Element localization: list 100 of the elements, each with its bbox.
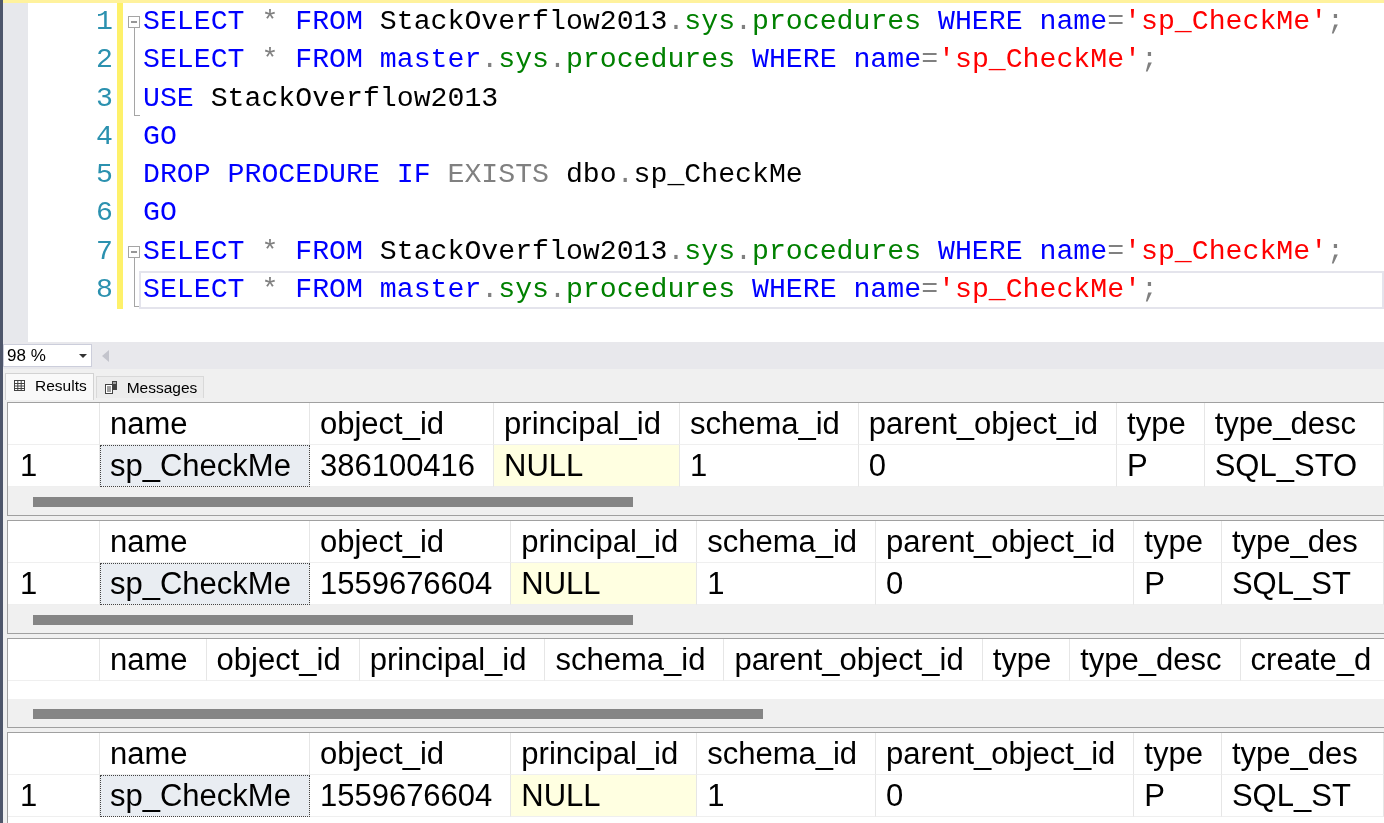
sql-keyword: FROM — [295, 5, 363, 37]
column-header[interactable]: type — [1117, 403, 1205, 445]
table-cell: P — [1134, 775, 1222, 817]
sql-identifier: StackOverflow2013 — [379, 235, 668, 267]
sql-string: 'sp_CheckMe' — [938, 274, 1142, 305]
scrollbar-thumb[interactable] — [33, 709, 763, 719]
column-header[interactable]: type — [982, 639, 1071, 681]
column-header[interactable]: schema_id — [545, 639, 725, 681]
tab[interactable]: Messages — [95, 376, 205, 398]
column-header[interactable]: type_des — [1221, 733, 1384, 775]
sql-identifier: StackOverflow2013 — [210, 82, 499, 114]
sql-operator: . — [616, 159, 634, 191]
corner-cell[interactable] — [8, 403, 100, 445]
column-header[interactable]: object_id — [309, 733, 512, 775]
corner-cell[interactable] — [8, 521, 100, 563]
table-cell: sp_CheckMe — [100, 775, 310, 817]
tab[interactable]: Results — [5, 373, 94, 400]
zoom-dropdown[interactable]: 98 % — [3, 344, 92, 367]
scrollbar-thumb[interactable] — [33, 615, 633, 625]
scrollbar-thumb[interactable] — [33, 497, 633, 507]
column-header[interactable]: schema_id — [697, 733, 877, 775]
line-number: 2 — [96, 44, 113, 77]
sql-string: 'sp_CheckMe' — [938, 44, 1142, 76]
sql-object-name: sys — [684, 235, 736, 267]
sql-object-name: procedures — [751, 5, 922, 37]
sql-keyword: FROM — [295, 235, 363, 267]
column-header[interactable]: object_id — [206, 639, 360, 681]
line-number: 3 — [96, 82, 113, 115]
grid-icon — [14, 380, 25, 391]
sql-keyword: master — [379, 274, 482, 305]
column-header[interactable]: type — [1134, 521, 1222, 563]
horizontal-scrollbar[interactable] — [8, 605, 1384, 633]
column-header[interactable]: name — [100, 639, 207, 681]
sql-identifier: StackOverflow2013 — [379, 5, 668, 37]
table-cell: NULL — [511, 775, 698, 817]
line-number: 8 — [96, 274, 113, 307]
table-cell: sp_CheckMe — [100, 563, 310, 605]
column-header[interactable]: object_id — [309, 403, 495, 445]
column-header[interactable]: schema_id — [679, 403, 859, 445]
corner-cell[interactable] — [8, 639, 100, 681]
horizontal-scrollbar[interactable] — [8, 699, 1384, 727]
sql-keyword: name — [853, 274, 922, 305]
line-number: 5 — [96, 159, 113, 192]
line-number: 1 — [96, 5, 113, 39]
sql-operator: ; — [1141, 274, 1158, 305]
column-header[interactable]: create_d — [1240, 639, 1384, 681]
table-cell: sp_CheckMe — [100, 445, 310, 487]
sql-operator: . — [549, 274, 566, 305]
sql-operator: ; — [1327, 235, 1344, 267]
sql-operator: . — [481, 44, 499, 76]
table-cell: 0 — [876, 775, 1135, 817]
sql-object-name: sys — [684, 5, 736, 37]
sql-keyword: name — [853, 44, 922, 76]
sql-operator: = — [1107, 235, 1125, 267]
sql-identifier: dbo — [565, 159, 617, 191]
sql-object-name: sys — [498, 274, 549, 305]
line-number: 4 — [96, 120, 113, 154]
collapse-icon[interactable] — [128, 16, 140, 28]
sql-operator: EXISTS — [447, 159, 549, 191]
column-header[interactable]: principal_id — [359, 639, 546, 681]
column-header[interactable]: parent_object_id — [858, 403, 1118, 445]
sql-operator: * — [261, 274, 279, 305]
column-header[interactable]: parent_object_id — [876, 733, 1135, 775]
collapse-icon[interactable] — [128, 245, 140, 258]
sql-operator: ; — [1141, 44, 1158, 76]
column-header[interactable]: type_desc — [1070, 639, 1241, 681]
sql-operator: * — [261, 44, 279, 76]
sql-keyword: master — [379, 44, 482, 76]
sql-keyword: WHERE — [938, 5, 1023, 37]
sql-keyword: FROM — [295, 44, 363, 76]
sql-object-name: procedures — [565, 274, 736, 305]
corner-cell[interactable] — [8, 733, 100, 775]
column-header[interactable]: schema_id — [697, 521, 877, 563]
sql-keyword: GO — [143, 120, 177, 152]
column-header[interactable]: type — [1134, 733, 1222, 775]
table-cell: 1 — [697, 775, 877, 817]
sql-operator: . — [667, 235, 685, 267]
table-cell: NULL — [511, 563, 698, 605]
column-header[interactable]: parent_object_id — [724, 639, 983, 681]
sql-operator: . — [735, 5, 752, 37]
scroll-left-icon[interactable] — [102, 349, 109, 362]
sql-identifier: sp_CheckMe — [633, 159, 803, 191]
sql-operator: * — [261, 5, 279, 37]
sql-keyword: SELECT — [143, 235, 245, 267]
sql-keyword: IF — [396, 159, 431, 191]
column-header[interactable]: parent_object_id — [876, 521, 1135, 563]
sql-object-name: procedures — [751, 235, 922, 267]
sql-operator: = — [1107, 5, 1125, 37]
sql-keyword: WHERE — [751, 274, 837, 305]
sql-operator: * — [261, 235, 279, 267]
sql-keyword: WHERE — [938, 235, 1023, 267]
column-header[interactable]: type_desc — [1204, 403, 1384, 445]
sql-keyword: SELECT — [143, 274, 245, 305]
sql-string: 'sp_CheckMe' — [1124, 5, 1328, 37]
column-header[interactable]: object_id — [309, 521, 512, 563]
sql-object-name: sys — [498, 44, 549, 76]
sql-keyword: name — [1039, 235, 1108, 267]
sql-keyword: name — [1039, 5, 1108, 37]
column-header[interactable]: type_des — [1221, 521, 1384, 563]
horizontal-scrollbar[interactable] — [8, 487, 1384, 515]
